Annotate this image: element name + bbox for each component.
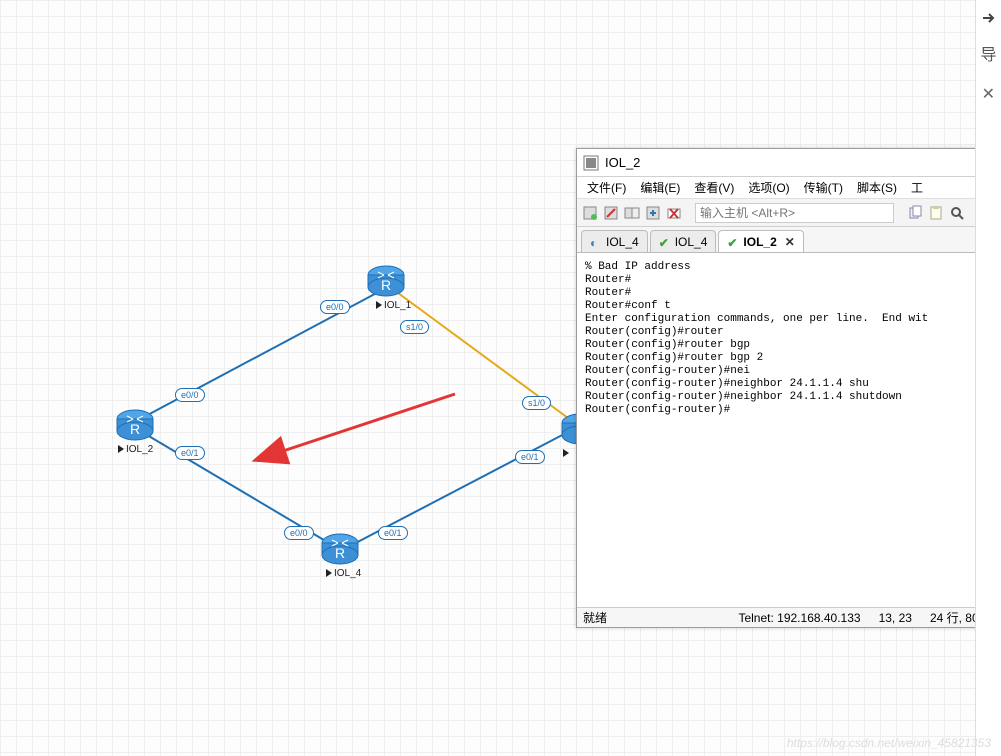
router-icon: R: [320, 530, 360, 566]
router-label-iol4: IOL_4: [326, 568, 361, 579]
menu-tool[interactable]: 工: [907, 179, 927, 196]
iface-right-s10: s1/0: [522, 396, 551, 410]
menu-file[interactable]: 文件(F): [583, 179, 630, 196]
menu-option[interactable]: 选项(O): [744, 179, 793, 196]
tb-icon-5[interactable]: [665, 204, 683, 222]
iface-iol2-e00: e0/0: [175, 388, 205, 402]
terminal-window[interactable]: IOL_2 文件(F) 编辑(E) 查看(V) 选项(O) 传输(T) 脚本(S…: [576, 148, 1001, 628]
tab-close-icon[interactable]: ✕: [785, 235, 795, 249]
right-sidebar: 导: [975, 0, 1001, 756]
tab-iol4-b[interactable]: ✔ IOL_4: [650, 230, 717, 252]
status-pos: 13, 23: [879, 611, 912, 625]
terminal-titlebar[interactable]: IOL_2: [577, 149, 1000, 177]
check-icon: ✔: [727, 236, 739, 248]
router-iol4[interactable]: R: [320, 530, 360, 570]
tb-paste-icon[interactable]: [927, 204, 945, 222]
tab-iol4-a[interactable]: ◐ IOL_4: [581, 230, 648, 252]
close-icon[interactable]: ✕: [982, 84, 995, 104]
tab-iol2[interactable]: ✔ IOL_2 ✕: [718, 230, 803, 252]
terminal-output[interactable]: % Bad IP address Router# Router# Router#…: [577, 253, 1000, 607]
play-icon: [563, 449, 569, 457]
status-bar: 就绪 Telnet: 192.168.40.133 13, 23 24 行, 8…: [577, 607, 1000, 627]
play-icon: [376, 301, 382, 309]
iface-iol4-e01: e0/1: [378, 526, 408, 540]
router-label-iol1: IOL_1: [376, 300, 411, 311]
iface-iol1-s10: s1/0: [400, 320, 429, 334]
menu-trans[interactable]: 传输(T): [800, 179, 847, 196]
tab-label: IOL_4: [606, 235, 639, 249]
router-iol1[interactable]: R: [366, 262, 406, 302]
tab-label: IOL_2: [743, 235, 776, 249]
router-iol2[interactable]: R: [115, 406, 155, 446]
iface-iol4-e00: e0/0: [284, 526, 314, 540]
host-input[interactable]: [695, 203, 894, 223]
check-icon: ✔: [659, 236, 671, 248]
svg-text:R: R: [130, 421, 140, 437]
info-icon: ◐: [590, 236, 602, 248]
play-icon: [326, 569, 332, 577]
tb-icon-1[interactable]: [581, 204, 599, 222]
play-icon: [118, 445, 124, 453]
app-icon: [583, 155, 599, 171]
router-icon: R: [366, 262, 406, 298]
tab-label: IOL_4: [675, 235, 708, 249]
tb-icon-3[interactable]: [623, 204, 641, 222]
sidebar-text: 导: [976, 41, 1001, 65]
status-ready: 就绪: [583, 609, 607, 626]
tabs-row: ◐ IOL_4 ✔ IOL_4 ✔ IOL_2 ✕: [577, 227, 1000, 253]
toolbar: [577, 199, 1000, 227]
tb-find-icon[interactable]: [948, 204, 966, 222]
iface-right-e01: e0/1: [515, 450, 545, 464]
tb-icon-4[interactable]: [644, 204, 662, 222]
router-icon: R: [115, 406, 155, 442]
iface-iol2-e01: e0/1: [175, 446, 205, 460]
tb-icon-2[interactable]: [602, 204, 620, 222]
router-label-partial: [563, 448, 571, 459]
menu-script[interactable]: 脚本(S): [853, 179, 901, 196]
router-label-iol2: IOL_2: [118, 444, 153, 455]
tb-copy-icon[interactable]: [906, 204, 924, 222]
sidebar-glyph[interactable]: [976, 10, 1001, 31]
menu-bar: 文件(F) 编辑(E) 查看(V) 选项(O) 传输(T) 脚本(S) 工: [577, 177, 1000, 199]
terminal-title-text: IOL_2: [605, 155, 640, 170]
svg-text:R: R: [381, 277, 391, 293]
svg-text:R: R: [335, 545, 345, 561]
status-conn: Telnet: 192.168.40.133: [738, 611, 860, 625]
menu-edit[interactable]: 编辑(E): [636, 179, 684, 196]
watermark-text: https://blog.csdn.net/weixin_45821353: [787, 736, 991, 750]
menu-view[interactable]: 查看(V): [690, 179, 738, 196]
iface-iol1-e00: e0/0: [320, 300, 350, 314]
